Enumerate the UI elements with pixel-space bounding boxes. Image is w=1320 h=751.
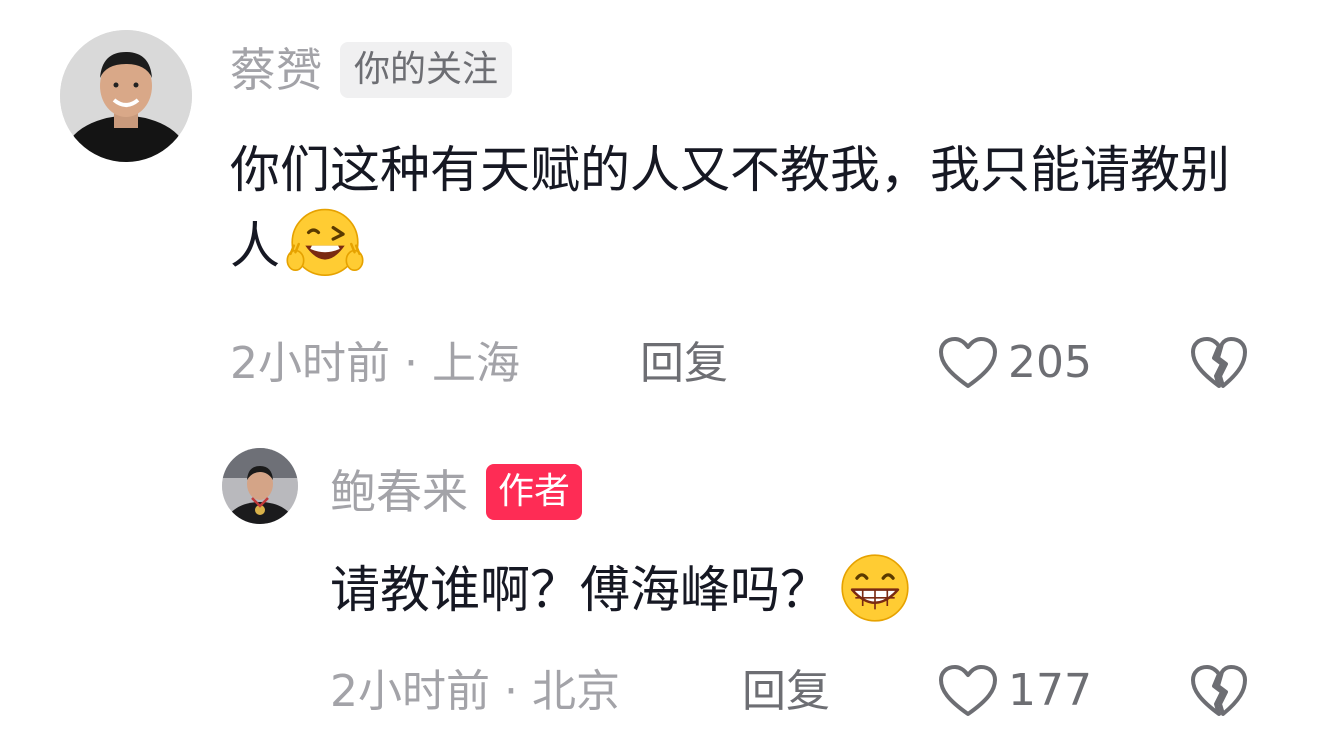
heart-icon [939,337,997,388]
location: 上海 [432,338,520,389]
like-count: 205 [1008,337,1092,388]
comment-text: 请教谁啊？傅海峰吗？ [330,552,1270,635]
comment-item: 鲍春来 作者 请教谁啊？傅海峰吗？ 2小时前 · 北京 回复 177 [0,430,1320,751]
comment-body: 请教谁啊？傅海峰吗？ [330,561,830,619]
avatar[interactable] [60,30,192,162]
meta-separator: · [504,666,518,717]
comment-text: 你们这种有天赋的人又不教我，我只能请教别人 [230,132,1270,291]
like-button[interactable]: 205 [938,336,1092,390]
avatar[interactable] [222,448,298,524]
broken-heart-icon [1191,665,1247,716]
dislike-button[interactable] [1190,664,1248,718]
timestamp: 2小时前 [330,666,490,717]
comment-body: 你们这种有天赋的人又不教我，我只能请教别人 [230,141,1230,275]
location: 北京 [532,666,620,717]
comment-header: 鲍春来 作者 [330,464,583,520]
grin-emoji [834,547,916,629]
meta-separator: · [404,338,418,389]
dislike-button[interactable] [1190,336,1248,390]
broken-heart-icon [1191,337,1247,388]
heart-icon [939,665,997,716]
reply-button[interactable]: 回复 [640,342,728,386]
comment-header: 蔡赟 你的关注 [230,42,513,98]
comment-meta: 2小时前 · 上海 [230,342,520,386]
comment-meta: 2小时前 · 北京 [330,670,620,714]
username[interactable]: 蔡赟 [230,47,322,93]
reply-button[interactable]: 回复 [742,670,830,714]
wink-laugh-emoji [284,203,366,285]
like-button[interactable]: 177 [938,664,1092,718]
username[interactable]: 鲍春来 [330,469,468,515]
like-count: 177 [1008,665,1092,716]
timestamp: 2小时前 [230,338,390,389]
author-badge: 作者 [486,464,583,520]
comment-item: 蔡赟 你的关注 你们这种有天赋的人又不教我，我只能请教别人 2小时前 · 上海 … [0,0,1320,420]
following-badge: 你的关注 [340,42,513,98]
